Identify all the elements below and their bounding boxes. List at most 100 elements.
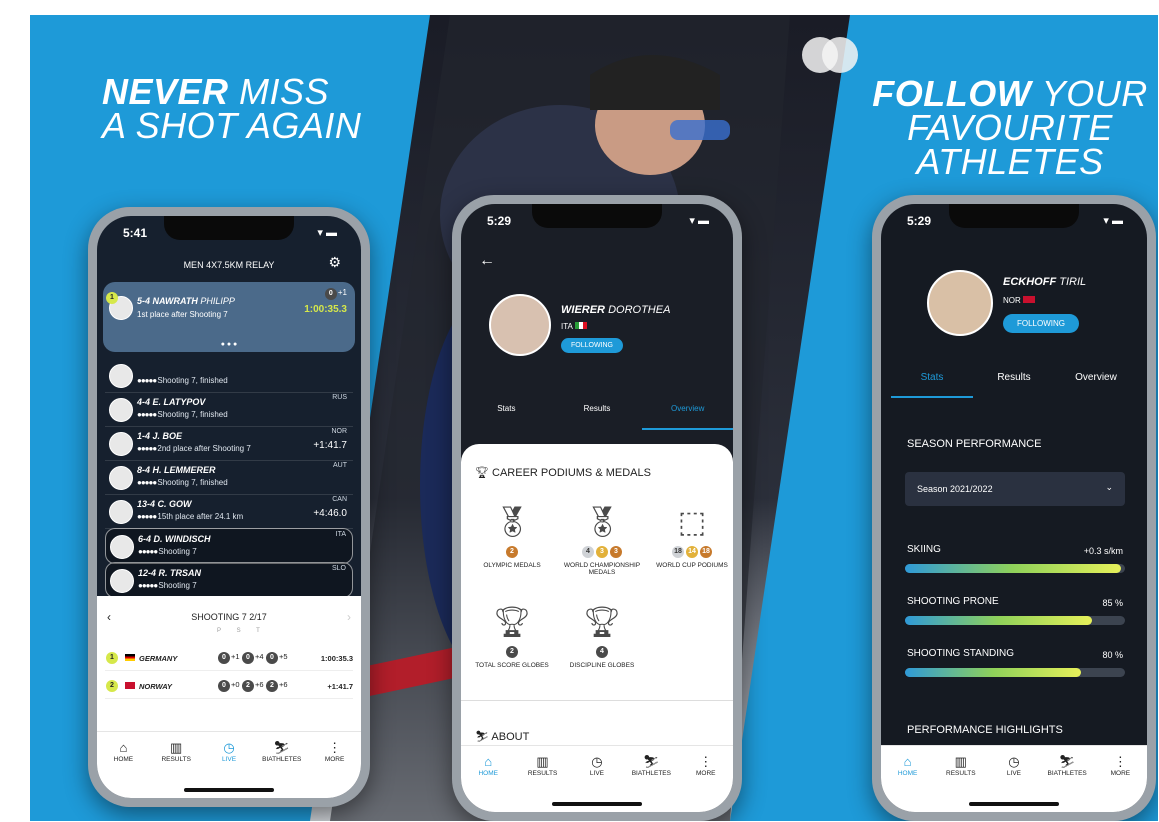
shooting-row[interactable]: 2 NORWAY 0 +0 2 +6 2 +6 +1:41.7 <box>105 676 353 699</box>
tab-label: BIATHLETES <box>262 756 302 763</box>
shooting-row[interactable]: 1 GERMANY 0 +1 0 +4 0 +5 1:00:35.3 <box>105 648 353 671</box>
leader-card[interactable]: 1 5-4 NAWRATH PHILIPP 1st place after Sh… <box>103 282 355 352</box>
relay-row[interactable]: 12-4 R. TRSAN ●●●●● Shooting 7 SLO <box>105 562 353 598</box>
tab-overview[interactable]: Overview <box>1055 372 1137 398</box>
bib: 1-4 <box>137 431 151 441</box>
relay-row[interactable]: ●●●●● Shooting 7, finished <box>105 358 353 393</box>
shooting-cols: P S T <box>217 628 260 634</box>
about-row[interactable]: ⛷ ABOUT <box>475 730 529 743</box>
tab-results[interactable]: Results <box>973 372 1055 398</box>
medal-label: OLYMPIC MEDALS <box>483 562 541 569</box>
overview-card: 🏆︎ CAREER PODIUMS & MEDALS 🏅︎ 2 OLYMPIC ME… <box>461 444 733 754</box>
tab-home[interactable]: ⌂ HOME <box>101 740 145 763</box>
rank-badge: 1 <box>106 652 118 664</box>
following-button[interactable]: FOLLOWING <box>561 338 624 353</box>
athlete-name: 8-4 H. LEMMERER <box>137 465 216 475</box>
home-indicator <box>552 802 642 806</box>
notch <box>164 216 294 240</box>
first-name: DOROTHEA <box>608 304 671 316</box>
tab-biathletes[interactable]: ⛷ BIATHLETES <box>260 740 304 763</box>
athlete-name: WIERER DOROTHEA <box>561 304 670 316</box>
gap-time: +1:41.7 <box>313 440 347 451</box>
avatar <box>109 364 133 388</box>
tab-stats[interactable]: Stats <box>891 372 973 398</box>
spare-count: +6 <box>279 680 288 689</box>
athlete-name: 1-4 J. BOE <box>137 431 182 441</box>
tab-biathletes[interactable]: ⛷ BIATHLETES <box>1045 754 1089 777</box>
relay-row[interactable]: 13-4 C. GOW ●●●●● 15th place after 24.1 k… <box>105 494 353 529</box>
avatar <box>110 569 134 593</box>
rank-badge: 2 <box>106 680 118 692</box>
tab-live[interactable]: ◷ LIVE <box>575 754 619 777</box>
miss-count: 0 <box>266 652 278 664</box>
stat-label: SHOOTING STANDING <box>907 648 1015 659</box>
count-badge: 3 <box>610 546 622 558</box>
row-status: ●●●●● Shooting 7, finished <box>137 410 228 419</box>
tab-results[interactable]: ▥ RESULTS <box>939 754 983 777</box>
avatar <box>109 432 133 456</box>
athlete-country: ITA <box>561 322 587 331</box>
middle-phone: 5:29 ▾ ▬ ← WIERER DOROTHEA ITA FOLLOWING… <box>452 195 742 821</box>
home-indicator <box>969 802 1059 806</box>
trophy-icon: 🏆︎ <box>475 467 489 479</box>
country-code: AUT <box>333 462 347 469</box>
tab-home[interactable]: ⌂ HOME <box>886 754 930 777</box>
chevron-right-icon[interactable]: › <box>347 610 351 624</box>
shooting-title: SHOOTING 7 2/17 <box>191 612 267 622</box>
medal-label: TOTAL SCORE GLOBES <box>475 662 549 669</box>
season-select[interactable]: Season 2021/2022 ⌄ <box>905 472 1125 506</box>
status-time: 5:29 <box>487 214 512 228</box>
biathlete-icon: ⛷ <box>273 740 291 755</box>
count-badge: 2 <box>506 546 518 558</box>
back-arrow-icon[interactable]: ← <box>479 252 495 270</box>
tab-home[interactable]: ⌂ HOME <box>466 754 510 777</box>
more-dots-icon: ⋮ <box>699 754 713 769</box>
tab-results[interactable]: ▥ RESULTS <box>154 740 198 763</box>
bib: 5-4 <box>137 296 151 306</box>
medal-stat[interactable]: 🏆︎ 4 DISCIPLINE GLOBES <box>557 604 647 669</box>
stat-bar <box>905 564 1125 573</box>
live-clock-icon: ◷ <box>223 740 235 755</box>
relay-row[interactable]: 6-4 D. WINDISCH ●●●●● Shooting 7 ITA <box>105 528 353 564</box>
relay-row[interactable]: 1-4 J. BOE ●●●●● 2nd place after Shooting… <box>105 426 353 461</box>
section-header: 🏆︎ CAREER PODIUMS & MEDALS <box>475 466 651 479</box>
chevron-down-icon: ⌄ <box>1105 482 1113 492</box>
page-dots[interactable]: ● ● ● <box>103 341 355 348</box>
left-headline: NEVER MISS A SHOT AGAIN <box>102 74 361 144</box>
relay-row[interactable]: 8-4 H. LEMMERER ●●●●● Shooting 7, finishe… <box>105 460 353 495</box>
medal-stat[interactable]: ⬚ 18 14 18 WORLD CUP PODIUMS <box>647 504 733 569</box>
headline-line3: ATHLETES <box>916 141 1104 182</box>
avatar <box>109 398 133 422</box>
team-time: 1:00:35.3 <box>320 654 353 663</box>
medal-stat[interactable]: 🏅︎ 2 OLYMPIC MEDALS <box>467 504 557 569</box>
tab-label: LIVE <box>221 756 237 763</box>
tab-more[interactable]: ⋮ MORE <box>684 754 728 777</box>
tab-label: HOME <box>478 770 498 777</box>
right-headline: FOLLOW YOUR FAVOURITE ATHLETES <box>870 76 1150 182</box>
tab-more[interactable]: ⋮ MORE <box>313 740 357 763</box>
relay-row[interactable]: 4-4 E. LATYPOV ●●●●● Shooting 7, finished… <box>105 392 353 427</box>
tab-overview[interactable]: Overview <box>642 404 733 430</box>
medal-icon: 🏅︎ <box>582 506 622 539</box>
tab-biathletes[interactable]: ⛷ BIATHLETES <box>629 754 673 777</box>
name: J. BOE <box>152 431 183 441</box>
tab-more[interactable]: ⋮ MORE <box>1098 754 1142 777</box>
tab-live[interactable]: ◷ LIVE <box>992 754 1036 777</box>
misses: 0 +1 <box>324 288 347 300</box>
tab-results[interactable]: Results <box>552 404 643 430</box>
row-status: ●●●●● Shooting 7 <box>138 581 197 590</box>
status-text: 2nd place after Shooting 7 <box>157 444 251 453</box>
settings-gear-icon[interactable]: ⚙ <box>328 254 341 271</box>
following-button[interactable]: FOLLOWING <box>1003 314 1080 333</box>
medal-badges: 4 <box>557 646 647 658</box>
stat-value: +0.3 s/km <box>1083 546 1123 556</box>
tab-stats[interactable]: Stats <box>461 404 552 430</box>
medal-stat[interactable]: 🏅︎ 4 3 3 WORLD CHAMPIONSHIP MEDALS <box>557 504 647 576</box>
medal-stat[interactable]: 🏆︎ 2 TOTAL SCORE GLOBES <box>467 604 557 669</box>
avatar <box>109 466 133 490</box>
section-title: CAREER PODIUMS & MEDALS <box>492 467 651 479</box>
tab-results[interactable]: ▥ RESULTS <box>521 754 565 777</box>
country-code: CAN <box>332 496 347 503</box>
results-podium-icon: ▥ <box>170 740 183 755</box>
tab-live[interactable]: ◷ LIVE <box>207 740 251 763</box>
